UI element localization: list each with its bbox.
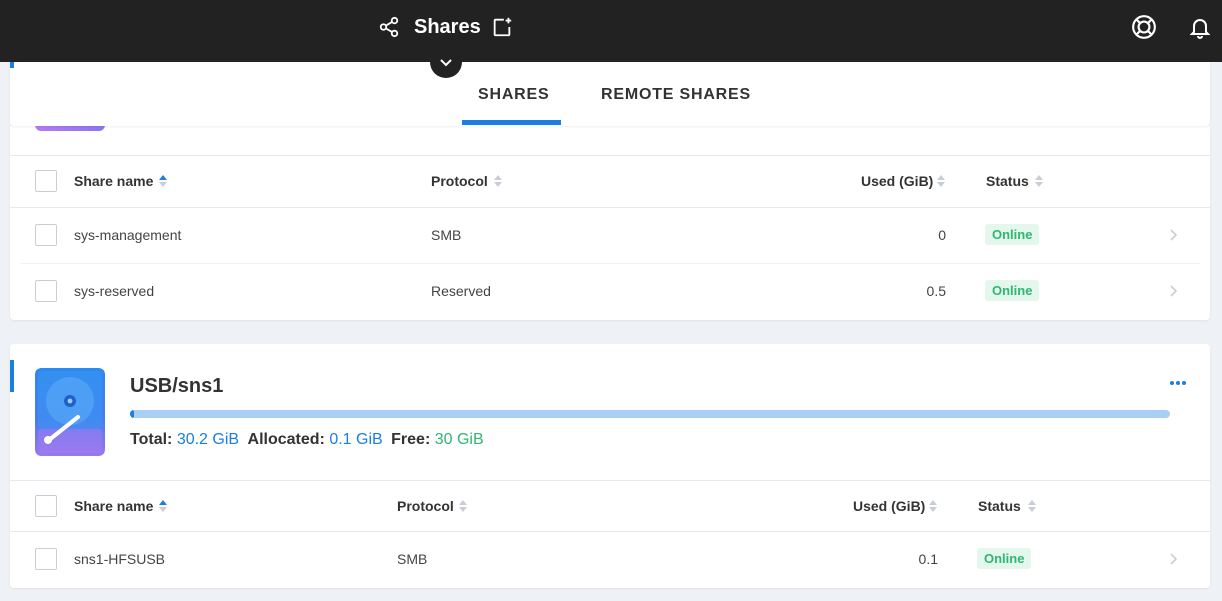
volume-card-usb: USB/sns1 Total: 30.2 GiB Allocated: 0.1 …	[10, 344, 1210, 588]
sort-icon[interactable]	[1034, 174, 1044, 188]
total-value: 30.2 GiB	[176, 431, 240, 448]
page-title: Shares	[414, 16, 481, 38]
share-icon	[379, 16, 399, 38]
sort-ascending-icon[interactable]	[158, 499, 168, 513]
share-protocol: Reserved	[431, 283, 491, 299]
active-tab-indicator	[462, 120, 561, 125]
help-lifebuoy-icon[interactable]	[1131, 14, 1157, 40]
allocated-value: 0.1 GiB	[329, 431, 383, 448]
row-checkbox[interactable]	[35, 548, 57, 570]
sort-icon[interactable]	[936, 174, 946, 188]
chevron-right-icon[interactable]	[1168, 228, 1178, 242]
share-used: 0.5	[926, 283, 946, 299]
share-name: sys-reserved	[74, 283, 155, 299]
more-options-icon[interactable]	[1170, 380, 1186, 386]
accent-marker	[10, 62, 14, 68]
allocated-label: Allocated:	[247, 431, 325, 448]
select-all-checkbox[interactable]	[35, 170, 57, 192]
column-protocol[interactable]: Protocol	[431, 173, 488, 189]
status-badge: Online	[985, 280, 1040, 301]
hard-disk-icon	[35, 368, 105, 456]
sort-icon[interactable]	[493, 174, 503, 188]
volume-usage-fill	[130, 410, 135, 418]
new-window-icon[interactable]	[491, 16, 513, 38]
collapse-header-button[interactable]	[430, 46, 462, 78]
free-value: 30 GiB	[434, 431, 484, 448]
tab-shares[interactable]: SHARES	[478, 86, 549, 104]
top-app-bar: Shares	[0, 0, 1222, 62]
share-used: 0	[938, 227, 946, 243]
divider	[10, 155, 1210, 156]
sort-icon[interactable]	[458, 499, 468, 513]
sort-icon[interactable]	[928, 499, 938, 513]
tabs-bar: SHARES REMOTE SHARES	[10, 62, 1210, 126]
volume-stats: Total: 30.2 GiB Allocated: 0.1 GiB Free:…	[130, 431, 484, 449]
sort-ascending-icon[interactable]	[158, 174, 168, 188]
bell-icon[interactable]	[1188, 15, 1212, 39]
total-label: Total:	[130, 431, 173, 448]
select-all-checkbox[interactable]	[35, 495, 57, 517]
free-label: Free:	[391, 431, 431, 448]
chevron-right-icon[interactable]	[1168, 552, 1178, 566]
volume-name: USB/sns1	[130, 375, 224, 397]
row-checkbox[interactable]	[35, 224, 57, 246]
volume-usage-bar	[130, 410, 1170, 418]
column-share-name[interactable]: Share name	[74, 498, 153, 514]
row-checkbox[interactable]	[35, 280, 57, 302]
divider	[10, 480, 1210, 481]
divider	[10, 207, 1210, 208]
chevron-down-icon	[440, 59, 452, 67]
sort-icon[interactable]	[1027, 499, 1037, 513]
column-status[interactable]: Status	[978, 498, 1021, 514]
divider	[20, 263, 1200, 264]
share-used: 0.1	[918, 551, 938, 567]
column-protocol[interactable]: Protocol	[397, 498, 454, 514]
status-badge: Online	[985, 224, 1040, 245]
share-name: sns1-HFSUSB	[74, 551, 166, 567]
share-protocol: SMB	[431, 227, 462, 243]
tab-remote-shares[interactable]: REMOTE SHARES	[601, 86, 751, 104]
accent-marker	[10, 360, 14, 392]
divider	[10, 531, 1210, 532]
column-share-name[interactable]: Share name	[74, 173, 153, 189]
share-protocol: SMB	[397, 551, 428, 567]
status-badge: Online	[977, 548, 1032, 569]
share-name: sys-management	[74, 227, 182, 243]
chevron-right-icon[interactable]	[1168, 284, 1178, 298]
volume-card-system: Share name Protocol Used (GiB) Status sy…	[10, 126, 1210, 320]
column-used[interactable]: Used (GiB)	[861, 173, 933, 189]
column-used[interactable]: Used (GiB)	[853, 498, 925, 514]
column-status[interactable]: Status	[986, 173, 1029, 189]
